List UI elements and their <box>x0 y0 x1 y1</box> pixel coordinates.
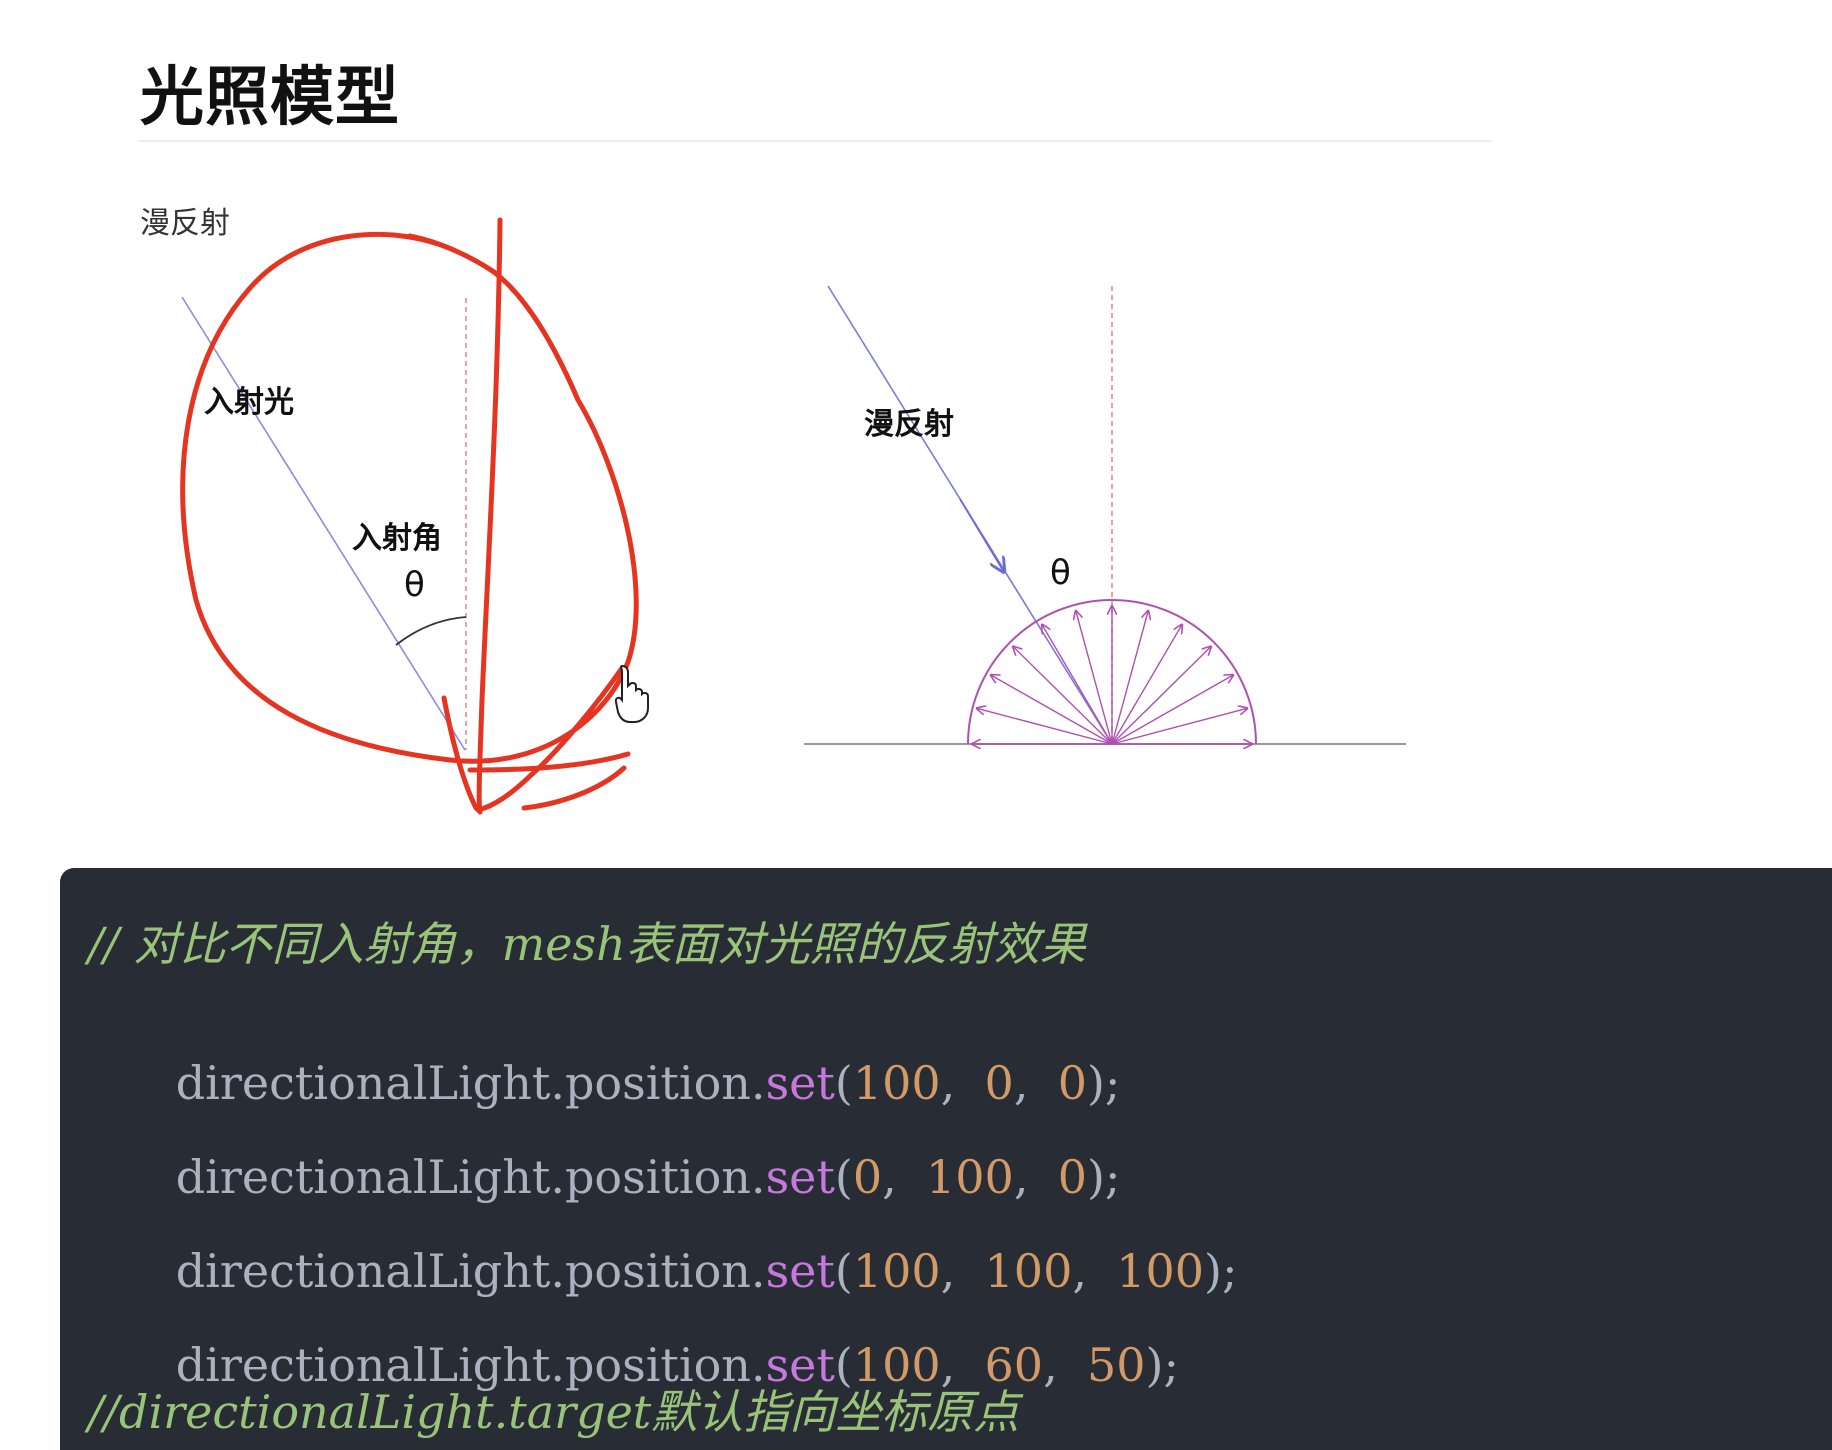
diffuse-ray-arrow <box>1013 647 1113 745</box>
incident-angle-label: 入射角 <box>352 521 442 556</box>
incident-angle-arc <box>395 616 467 646</box>
code-block: // 对比不同入射角，mesh表面对光照的反射效果 directionalLig… <box>60 868 1832 1450</box>
diffuse-ray-arrow <box>1076 611 1113 745</box>
diffuse-ray-arrow <box>1042 625 1113 745</box>
diffuse-ray-arrow <box>1111 708 1247 745</box>
diffuse-ray-arrow <box>1111 625 1182 745</box>
theta-symbol-right: θ <box>1050 553 1071 593</box>
code-arg: 50 <box>1086 1338 1146 1392</box>
code-comma: , <box>1043 1338 1087 1392</box>
code-comment-2: //directionalLight.target默认指向坐标原点 <box>88 1385 1020 1439</box>
left-diagram: 入射光 入射角 θ <box>180 217 649 815</box>
page: 光照模型 漫反射 入射光 入射角 θ 漫反射 θ // 对比不同入射角，mesh… <box>0 0 1832 1450</box>
diffuse-reflection-figure: 入射光 入射角 θ 漫反射 θ <box>180 217 1406 815</box>
diffuse-rays <box>972 606 1252 744</box>
diffuse-ray-arrow <box>977 708 1113 745</box>
code-comment-1: // 对比不同入射角，mesh表面对光照的反射效果 <box>88 917 1086 971</box>
diffuse-ray-arrow <box>991 675 1113 745</box>
code-close: ); <box>1145 1338 1179 1392</box>
right-diagram: 漫反射 θ <box>804 285 1406 744</box>
diffuse-ray-arrow <box>1111 675 1233 745</box>
diffuse-label: 漫反射 <box>864 407 954 442</box>
red-annotation-scribble <box>180 217 639 815</box>
diffuse-ray-arrow <box>1111 611 1148 745</box>
theta-symbol-left: θ <box>404 565 425 605</box>
diffuse-ray-arrow <box>1111 647 1211 745</box>
incident-light-label: 入射光 <box>204 385 294 420</box>
incident-ray-arrow <box>959 498 1004 572</box>
code-close: ); <box>1204 1244 1238 1298</box>
